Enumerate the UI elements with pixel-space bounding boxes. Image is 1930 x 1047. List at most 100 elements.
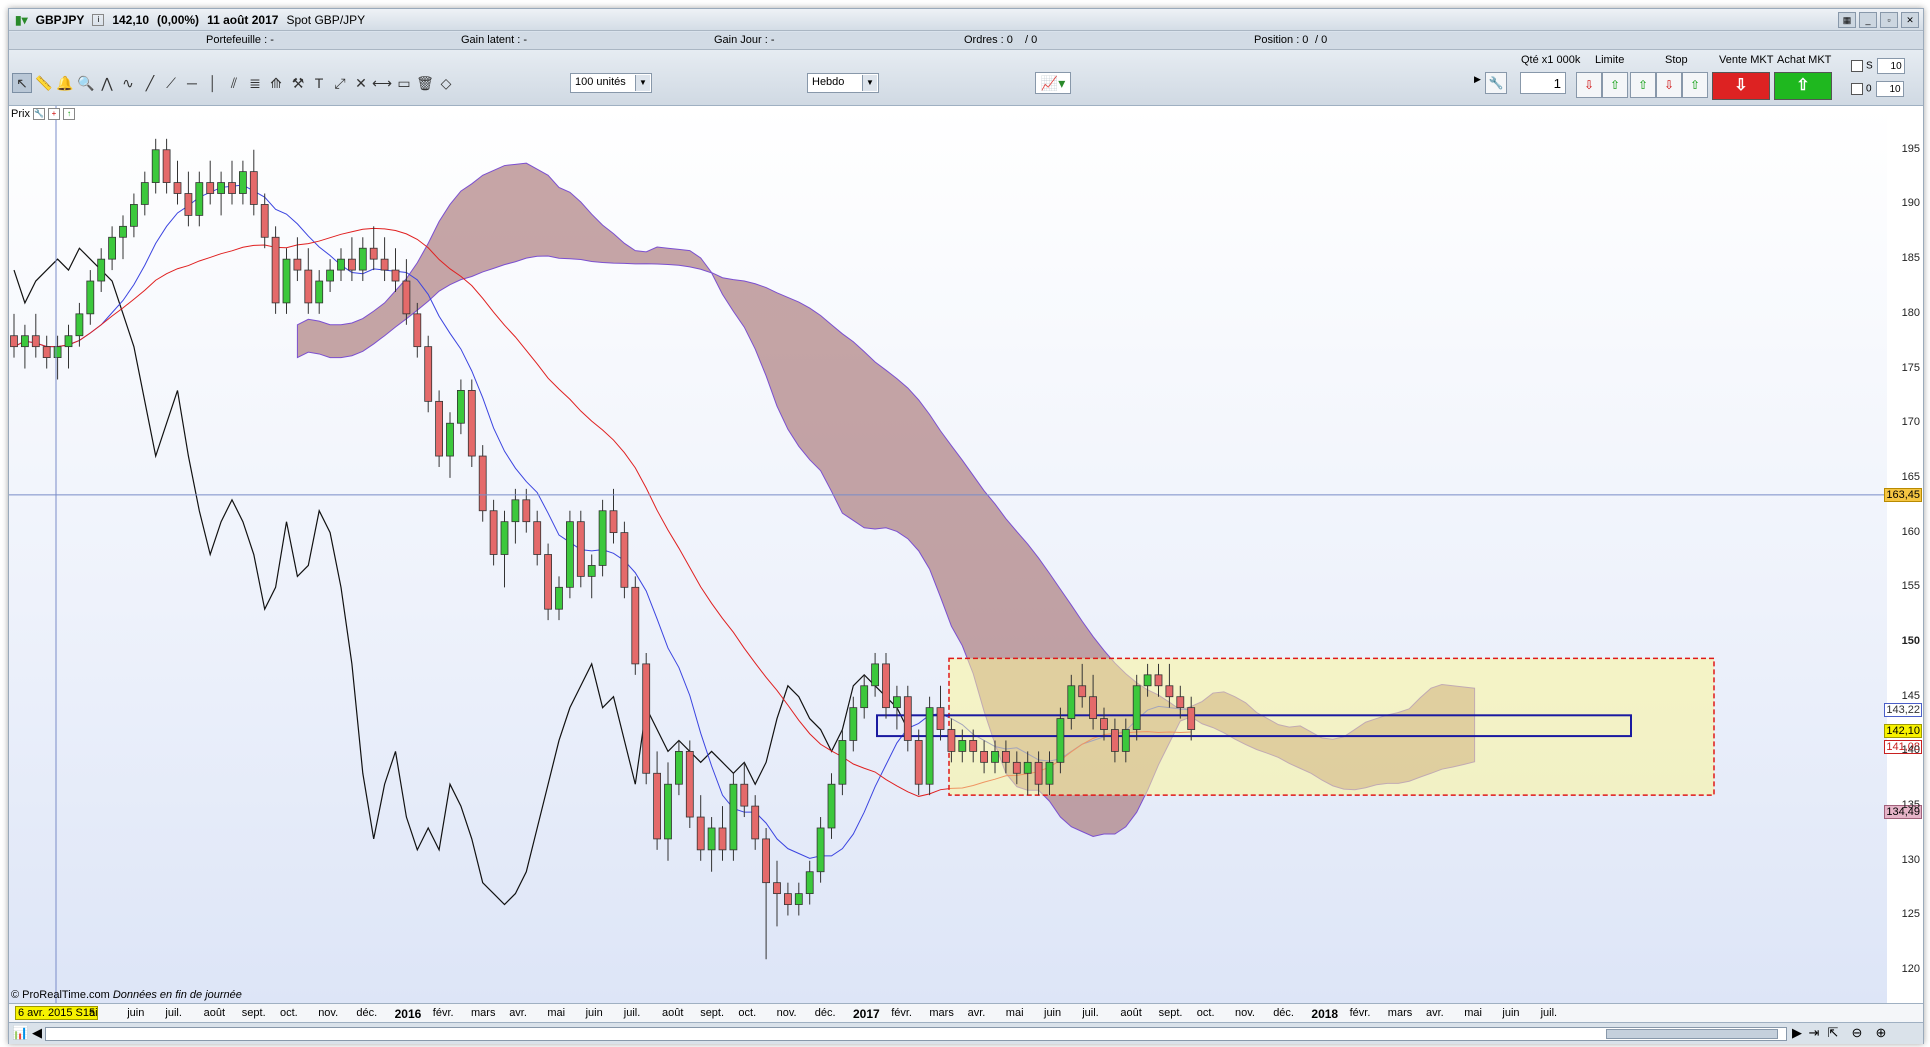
copyright-note: © ProRealTime.com Données en fin de jour…	[11, 989, 242, 1001]
candle-up	[675, 751, 683, 785]
qty-input[interactable]	[1520, 72, 1566, 94]
candle-up	[925, 707, 934, 785]
arrow-tool-icon[interactable]: ⤢	[330, 73, 350, 93]
hammer-tool-icon[interactable]: ⚒	[288, 73, 308, 93]
stop-buy-button[interactable]: ⇧	[1630, 72, 1656, 98]
zoom-tool-icon[interactable]: 🔍	[76, 73, 96, 93]
ordres-label[interactable]: Ordres : 0	[964, 34, 1013, 46]
candle-down	[162, 149, 171, 183]
maximize-icon[interactable]: ▫	[1880, 12, 1898, 28]
x-tick-label: févr.	[1349, 1007, 1371, 1019]
buy-market-button[interactable]: ⇧	[1774, 72, 1832, 100]
scroll-right-icon[interactable]: ▶	[1789, 1025, 1805, 1041]
sell-market-button[interactable]: ⇩	[1712, 72, 1770, 100]
s-checkbox[interactable]: S 10	[1851, 58, 1905, 74]
candle-up	[827, 783, 836, 829]
scroll-thumb[interactable]	[1606, 1029, 1778, 1039]
x-tick-label: juil.	[623, 1007, 641, 1019]
chevron-down-icon[interactable]: ▼	[635, 75, 650, 91]
close-icon[interactable]: ✕	[1901, 12, 1919, 28]
scroll-left-icon[interactable]: ◀	[29, 1025, 45, 1041]
alert-bell-icon[interactable]: 🔔	[55, 73, 75, 93]
add-indicator-icon[interactable]: +	[47, 108, 60, 120]
candle-up	[337, 258, 345, 271]
lasso-tool-icon[interactable]: ◇	[436, 73, 456, 93]
candle-up	[53, 346, 62, 358]
zoom-in-icon[interactable]: ⊕	[1873, 1025, 1889, 1041]
candle-down	[914, 740, 923, 785]
vente-label: Vente MKT	[1719, 54, 1774, 66]
candle-down	[980, 751, 988, 763]
portefeuille-label: Portefeuille : -	[206, 34, 274, 46]
period-select[interactable]: Hebdo ▼	[807, 73, 879, 93]
o-value-field[interactable]: 10	[1875, 81, 1904, 97]
cursor-price-tag: 163,45	[1884, 487, 1922, 502]
ray-line-icon[interactable]: ⟋	[161, 73, 181, 93]
wrench-icon[interactable]: 🔧	[32, 108, 45, 120]
text-tool-icon[interactable]: T	[309, 73, 329, 93]
candle-up	[315, 280, 324, 304]
wave-tool-icon[interactable]: ∿	[118, 73, 138, 93]
app-menu-icon[interactable]: ▮▾	[15, 13, 28, 27]
o-checkbox[interactable]: 0 10	[1851, 81, 1904, 97]
panel-toggle-icon[interactable]: ▶	[1474, 74, 1481, 85]
change-label: (0,00%)	[157, 12, 200, 27]
price-label: 142,10	[112, 12, 150, 27]
candle-down	[882, 663, 890, 709]
go-end-icon[interactable]: ⇥	[1806, 1025, 1822, 1041]
units-select[interactable]: 100 unités ▼	[570, 73, 652, 93]
candle-down	[653, 772, 661, 840]
x-tick-label: ai	[89, 1007, 98, 1019]
position-total-label[interactable]: / 0	[1315, 34, 1327, 46]
zoom-out-icon[interactable]: ⊖	[1849, 1025, 1865, 1041]
price-chart[interactable]: Prix 🔧 + ↑ © ProRealTime.com Données en …	[9, 106, 1888, 1003]
symbol-label[interactable]: GBPJPY	[36, 13, 85, 27]
candle-down	[228, 182, 236, 194]
x-tick-label: oct.	[280, 1007, 298, 1019]
x-tick-label: juil.	[1082, 1007, 1099, 1019]
cross-arrow-icon[interactable]: ✕	[351, 73, 371, 93]
limit-sell-button[interactable]: ⇩	[1576, 72, 1602, 98]
chart-type-icon[interactable]: 📊	[12, 1025, 28, 1041]
pattern-tool-icon[interactable]: ⋀	[97, 73, 117, 93]
s-value-field[interactable]: 10	[1876, 58, 1905, 74]
chevron-down-icon[interactable]: ▼	[862, 75, 877, 91]
chart-svg[interactable]	[9, 106, 1887, 1003]
ordres-total-label[interactable]: / 0	[1025, 34, 1037, 46]
fit-icon[interactable]: ⇱	[1825, 1025, 1841, 1041]
ruler-tool-icon[interactable]: 📏	[34, 73, 54, 93]
candle-up	[598, 510, 607, 566]
indicator-menu-icon[interactable]: 📈▾	[1035, 72, 1071, 94]
x-tick-label: mai	[1005, 1007, 1024, 1019]
expand-icon[interactable]: ↑	[62, 108, 75, 120]
time-scrollbar[interactable]	[45, 1027, 1787, 1041]
segment-tool-icon[interactable]: ⟷	[372, 73, 392, 93]
stop-sell-button[interactable]: ⇩	[1656, 72, 1682, 98]
x-tick-label: mars	[929, 1007, 954, 1019]
x-tick-label: sept.	[1158, 1007, 1183, 1019]
fibonacci-icon[interactable]: ≣	[245, 73, 265, 93]
vertical-line-icon[interactable]: │	[203, 73, 223, 93]
horizontal-line-icon[interactable]: ─	[182, 73, 202, 93]
info-icon[interactable]: i	[92, 13, 105, 26]
position-label[interactable]: Position : 0	[1254, 34, 1308, 46]
x-tick-label: avr.	[509, 1007, 527, 1019]
trash-icon[interactable]: 🗑	[415, 73, 435, 93]
rectangle-tool-icon[interactable]: ▭	[394, 73, 414, 93]
channel-tool-icon[interactable]: ⫽	[224, 73, 244, 93]
candle-up	[358, 247, 367, 271]
fan-tool-icon[interactable]: ⟰	[266, 73, 286, 93]
minimize-icon[interactable]: _	[1859, 12, 1877, 28]
candle-up	[238, 171, 247, 194]
limit-buy-button[interactable]: ⇧	[1602, 72, 1628, 98]
price-axis[interactable]: 163,45 143,22 142,10 141,08 134,49 120 12…	[1884, 106, 1923, 1003]
time-axis[interactable]: 6 avr. 2015 S15 ai juin juil. août sept. oct.…	[9, 1003, 1923, 1022]
pointer-tool-icon[interactable]: ↖	[12, 73, 32, 93]
stop-buy-2-button[interactable]: ⇧	[1682, 72, 1708, 98]
trendline-icon[interactable]: ╱	[140, 73, 160, 93]
candle-down	[369, 247, 378, 260]
wrench-icon[interactable]: 🔧	[1485, 72, 1507, 94]
layout-icon[interactable]: ▦	[1838, 12, 1856, 28]
candle-down	[293, 258, 302, 271]
candle-down	[347, 258, 356, 271]
